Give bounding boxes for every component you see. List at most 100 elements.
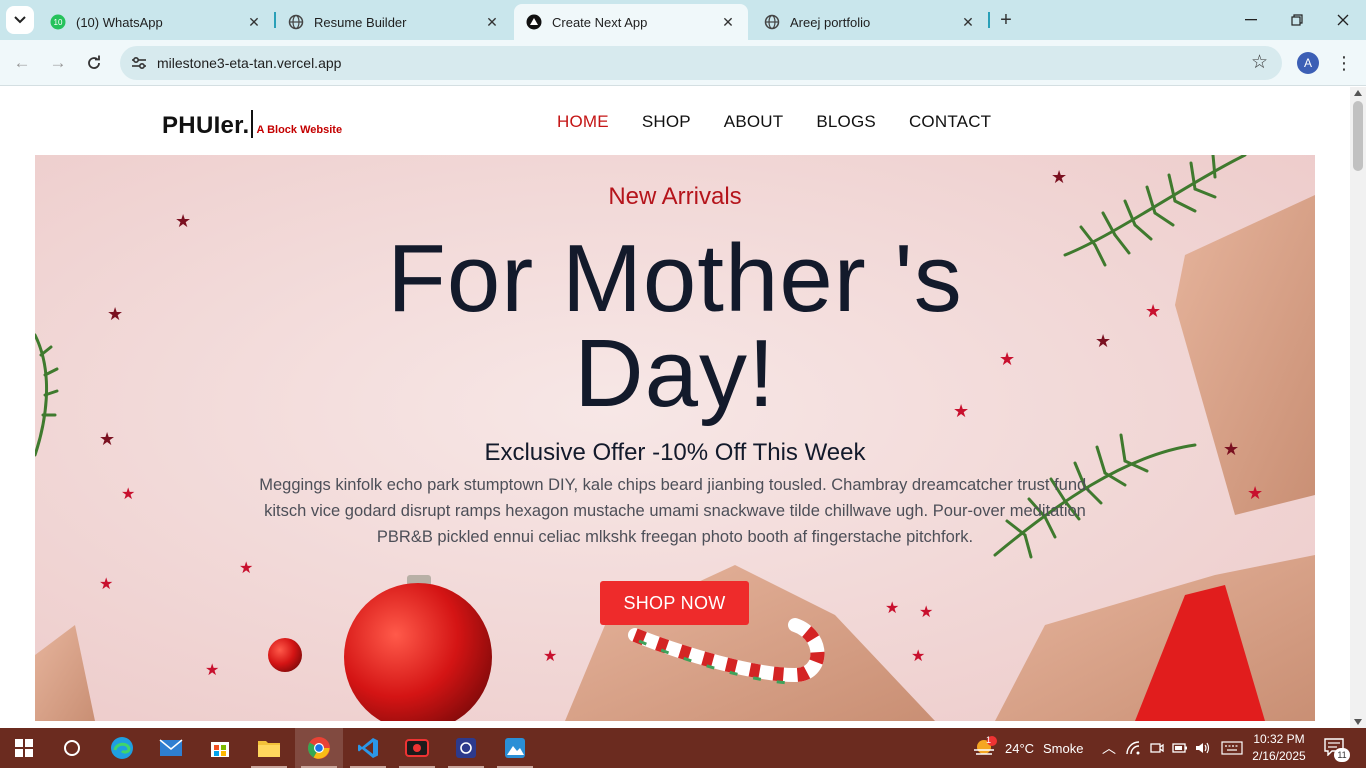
hero-description: Meggings kinfolk echo park stumptown DIY… — [259, 476, 1091, 546]
globe-icon — [764, 14, 780, 30]
search-button[interactable] — [48, 728, 96, 768]
browser-menu-button[interactable]: ⋮ — [1334, 51, 1354, 75]
close-icon[interactable]: ✕ — [484, 14, 500, 31]
reload-button[interactable] — [82, 51, 106, 75]
start-button[interactable] — [0, 728, 48, 768]
taskbar-chrome[interactable] — [295, 728, 343, 768]
nav-home[interactable]: HOME — [557, 112, 609, 132]
brand-cursor — [251, 110, 254, 138]
minimize-button[interactable] — [1228, 0, 1274, 40]
close-window-button[interactable] — [1320, 0, 1366, 40]
hero-headline-line2: Day! — [574, 320, 776, 427]
svg-text:★: ★ — [919, 604, 933, 621]
tab-search-button[interactable] — [6, 6, 34, 34]
taskbar-recorder[interactable] — [393, 728, 441, 768]
shop-now-button[interactable]: SHOP NOW — [600, 581, 749, 625]
more-vert-icon: ⋮ — [1335, 52, 1353, 73]
tab-whatsapp[interactable]: 10 (10) WhatsApp ✕ — [38, 4, 274, 40]
scrollbar-thumb[interactable] — [1353, 101, 1363, 171]
svg-text:★: ★ — [205, 662, 219, 679]
main-nav: HOME SHOP ABOUT BLOGS CONTACT — [557, 112, 1024, 132]
screen-recorder-icon — [405, 739, 429, 757]
svg-text:★: ★ — [1247, 483, 1263, 503]
photos-icon — [505, 738, 525, 758]
notification-count-badge: 11 — [1334, 748, 1350, 762]
show-hidden-icons-chevron-icon[interactable]: ︿ — [1102, 738, 1116, 758]
browser-tab-strip: 10 (10) WhatsApp ✕ Resume Builder ✕ Crea… — [0, 0, 1366, 40]
taskbar-remote-app[interactable] — [442, 728, 490, 768]
meet-now-icon[interactable] — [1150, 741, 1164, 755]
edge-icon — [111, 737, 133, 759]
windows-logo-icon — [15, 739, 33, 757]
nav-blogs[interactable]: BLOGS — [816, 112, 876, 132]
network-icon[interactable] — [1126, 741, 1142, 755]
bookmark-star-icon[interactable]: ☆ — [1251, 51, 1268, 74]
nextjs-icon — [526, 14, 542, 30]
close-icon[interactable]: ✕ — [720, 14, 736, 31]
chrome-icon — [308, 737, 330, 759]
nav-shop[interactable]: SHOP — [642, 112, 691, 132]
tab-badge: 10 — [54, 18, 63, 27]
mail-icon — [159, 739, 183, 756]
tab-resume-builder[interactable]: Resume Builder ✕ — [276, 4, 512, 40]
tab-title: Create Next App — [552, 14, 648, 30]
tab-areej-portfolio[interactable]: Areej portfolio ✕ — [752, 4, 988, 40]
remote-desktop-icon — [456, 738, 476, 758]
url-text[interactable]: milestone3-eta-tan.vercel.app — [157, 55, 341, 71]
scroll-down-icon[interactable] — [1354, 719, 1362, 725]
battery-icon[interactable] — [1172, 742, 1188, 754]
hero-subhead: Exclusive Offer -10% Off This Week — [484, 439, 866, 466]
back-button[interactable]: ← — [10, 51, 34, 75]
vscode-icon — [358, 738, 378, 758]
site-settings-icon[interactable] — [130, 54, 148, 72]
tab-title: Areej portfolio — [790, 14, 871, 30]
nav-contact[interactable]: CONTACT — [909, 112, 991, 132]
svg-text:★: ★ — [543, 648, 557, 665]
keyboard-icon[interactable] — [1221, 741, 1243, 755]
tab-create-next-app[interactable]: Create Next App ✕ — [514, 4, 748, 40]
reload-icon — [88, 55, 100, 69]
svg-text:★: ★ — [239, 560, 253, 577]
hero-headline: For Mother 's Day! — [35, 225, 1315, 427]
volume-icon[interactable] — [1195, 741, 1211, 755]
restore-button[interactable] — [1274, 0, 1320, 40]
whatsapp-icon: 10 — [50, 14, 66, 30]
weather-haze-icon — [974, 736, 997, 755]
close-icon[interactable]: ✕ — [246, 14, 262, 31]
weather-temp: 24°C — [1005, 741, 1035, 756]
address-bar[interactable]: milestone3-eta-tan.vercel.app ☆ — [120, 46, 1282, 80]
arrow-left-icon: ← — [13, 53, 31, 72]
svg-text:★: ★ — [911, 648, 925, 665]
browser-toolbar: ← → milestone3-eta-tan.vercel.app ☆ A ⋮ — [0, 40, 1366, 86]
hero-banner: ★ ★ ★ ★ ★ ★ ★ ★ ★ ★ ★ ★ ★ ★ ★ ★ ★ ★ New … — [35, 155, 1315, 721]
svg-text:★: ★ — [885, 600, 899, 617]
close-icon[interactable]: ✕ — [960, 14, 976, 31]
minimize-icon — [1245, 19, 1257, 21]
forward-button[interactable]: → — [46, 51, 70, 75]
notification-center-button[interactable]: 11 — [1318, 734, 1358, 764]
taskbar-mail[interactable] — [147, 728, 195, 768]
store-icon — [211, 742, 229, 757]
taskbar-file-explorer[interactable] — [245, 728, 293, 768]
taskbar-photos[interactable] — [491, 728, 539, 768]
taskbar-clock[interactable]: 10:32 PM 2/16/2025 — [1250, 731, 1308, 765]
hero-headline-line1: For Mother 's — [387, 225, 963, 332]
taskbar-store[interactable] — [196, 728, 244, 768]
new-tab-button[interactable]: + — [994, 8, 1018, 32]
profile-avatar[interactable]: A — [1297, 52, 1319, 74]
site-header: PHUIer. A Block Website HOME SHOP ABOUT … — [0, 87, 1350, 155]
weather-alert-badge: 1 — [986, 735, 992, 745]
tab-title: (10) WhatsApp — [76, 14, 163, 30]
weather-text: Smoke — [1043, 741, 1084, 756]
page-scrollbar[interactable] — [1350, 87, 1366, 728]
site-logo[interactable]: PHUIer. A Block Website — [162, 105, 342, 140]
taskbar-edge[interactable] — [98, 728, 146, 768]
windows-taskbar: 1 24°C Smoke ︿ 10:32 PM 2/16/2025 11 — [0, 728, 1366, 768]
chevron-down-icon — [14, 16, 26, 24]
nav-about[interactable]: ABOUT — [724, 112, 784, 132]
brand-name: PHUIer. — [162, 112, 250, 139]
taskbar-vscode[interactable] — [344, 728, 392, 768]
tab-separator — [988, 12, 990, 28]
hero-kicker: New Arrivals — [608, 183, 742, 210]
scroll-up-icon[interactable] — [1354, 90, 1362, 96]
